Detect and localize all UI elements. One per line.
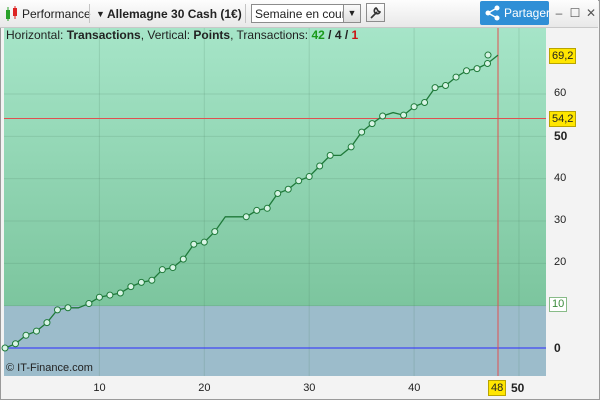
data-point bbox=[200, 238, 208, 246]
data-point bbox=[137, 278, 145, 286]
data-point bbox=[85, 300, 93, 308]
data-point bbox=[116, 289, 124, 297]
data-point bbox=[43, 319, 51, 327]
data-point bbox=[158, 266, 166, 274]
performance-chart bbox=[1, 28, 546, 376]
data-point bbox=[484, 60, 492, 68]
data-point bbox=[11, 340, 19, 348]
data-point bbox=[473, 65, 481, 73]
data-point bbox=[148, 276, 156, 284]
data-point bbox=[179, 255, 187, 263]
tx-total: 42 bbox=[311, 28, 325, 42]
data-point bbox=[64, 304, 72, 312]
data-point bbox=[379, 112, 387, 120]
info-slash: / bbox=[341, 28, 352, 42]
info-tx-label: , Transactions: bbox=[230, 28, 312, 42]
tx-neutral: 4 bbox=[334, 28, 342, 42]
chart-info-line: Horizontal: Transactions, Vertical: Poin… bbox=[6, 28, 358, 42]
copyright-label: © IT-Finance.com bbox=[6, 362, 93, 374]
crosshair-x-badge: 48 bbox=[488, 380, 507, 396]
info-horizontal: Transactions bbox=[66, 28, 141, 42]
x-tick-label: 20 bbox=[198, 382, 211, 394]
info-vertical: Points bbox=[193, 28, 231, 42]
data-point bbox=[95, 293, 103, 301]
data-point bbox=[316, 162, 324, 170]
y-tick-label: 0 bbox=[554, 341, 561, 355]
crosshair-y-badge: 54,2 bbox=[549, 111, 577, 127]
y-tick-label: 50 bbox=[554, 129, 568, 144]
y-tick-label: 40 bbox=[554, 171, 567, 184]
data-point bbox=[421, 98, 429, 106]
data-point bbox=[484, 51, 492, 59]
data-point bbox=[32, 327, 40, 335]
y-tick-label: 60 bbox=[554, 87, 567, 99]
data-point bbox=[274, 189, 282, 197]
data-point bbox=[22, 331, 30, 339]
last-value-badge: 69,2 bbox=[549, 48, 577, 64]
x-tick-label: 30 bbox=[303, 382, 316, 394]
data-point bbox=[442, 82, 450, 90]
data-point bbox=[347, 143, 355, 151]
threshold-badge: 10 bbox=[549, 297, 568, 312]
data-point bbox=[358, 128, 366, 136]
y-tick-label: 30 bbox=[554, 214, 567, 226]
data-point bbox=[452, 73, 460, 81]
info-prefix: Horizontal: bbox=[6, 28, 67, 42]
data-point bbox=[169, 264, 177, 272]
data-point bbox=[53, 306, 61, 314]
data-point bbox=[295, 177, 303, 185]
data-point bbox=[190, 240, 198, 248]
data-point bbox=[211, 228, 219, 236]
y-tick-label: 20 bbox=[554, 256, 567, 269]
data-point bbox=[326, 151, 334, 159]
data-point bbox=[1, 344, 9, 352]
data-point bbox=[242, 213, 250, 221]
info-mid: , Vertical: bbox=[140, 28, 194, 42]
data-point bbox=[400, 111, 408, 119]
data-point bbox=[368, 120, 376, 128]
data-point bbox=[284, 185, 292, 193]
data-point bbox=[263, 204, 271, 212]
data-point bbox=[106, 291, 114, 299]
data-point bbox=[305, 173, 313, 181]
data-point bbox=[463, 67, 471, 75]
data-point bbox=[253, 206, 261, 214]
info-slash: / bbox=[324, 28, 335, 42]
x-tick-label: 50 bbox=[511, 381, 525, 395]
data-point bbox=[127, 283, 135, 291]
x-tick-label: 40 bbox=[408, 382, 421, 394]
x-tick-label: 10 bbox=[93, 382, 106, 394]
tx-loss: 1 bbox=[351, 28, 359, 42]
data-point bbox=[410, 103, 418, 111]
data-point bbox=[431, 84, 439, 92]
